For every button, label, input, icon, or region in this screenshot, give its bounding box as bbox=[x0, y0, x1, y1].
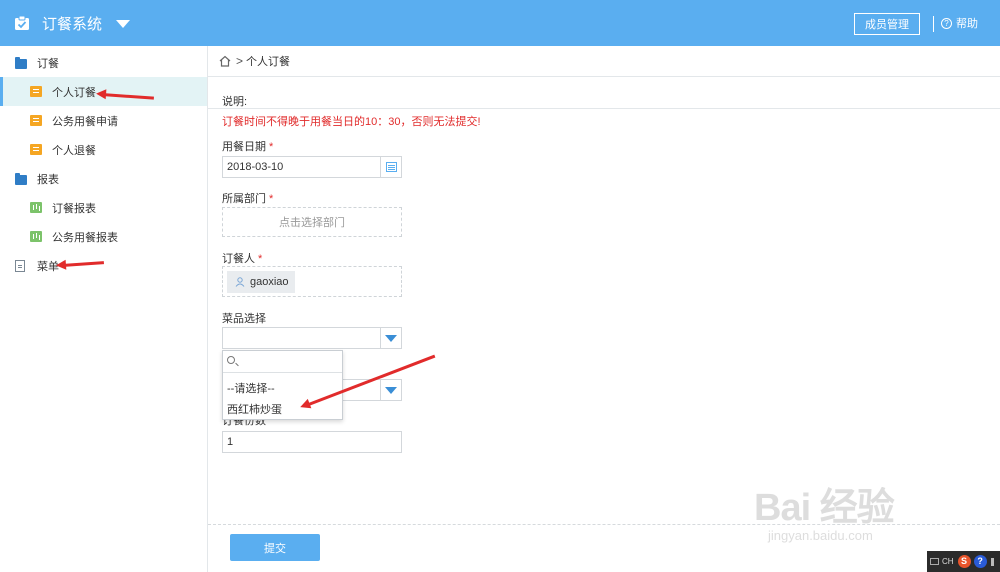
watermark-brand: Bai 经验 bbox=[754, 487, 895, 529]
warning-text: 订餐时间不得晚于用餐当日的10：30，否则无法提交! bbox=[222, 116, 481, 128]
sidebar-item-official-meal-request[interactable]: 公务用餐申请 bbox=[0, 106, 207, 135]
dish-label: 菜品选择 bbox=[222, 313, 266, 325]
sidebar-item-label: 订餐报表 bbox=[52, 202, 96, 215]
note-title: 说明: bbox=[222, 96, 248, 108]
dish-select[interactable] bbox=[222, 327, 402, 349]
app-title: 订餐系统 bbox=[42, 15, 103, 33]
help-circle-icon: ? bbox=[941, 17, 952, 29]
sidebar-item-label: 公务用餐报表 bbox=[52, 231, 118, 244]
department-picker[interactable]: 点击选择部门 bbox=[222, 207, 402, 237]
date-field[interactable]: 2018-03-10 bbox=[222, 156, 402, 178]
sogou-icon[interactable]: S bbox=[957, 555, 971, 568]
clipboard-icon bbox=[15, 15, 29, 30]
submit-button[interactable]: 提交 bbox=[230, 534, 320, 561]
sidebar-item-personal-refund[interactable]: 个人退餐 bbox=[0, 135, 207, 164]
chevron-down-icon[interactable] bbox=[116, 20, 131, 28]
date-label: 用餐日期 * bbox=[222, 141, 274, 153]
required-mark: * bbox=[269, 193, 274, 205]
sidebar-group-reports[interactable]: 报表 bbox=[0, 164, 207, 193]
orderer-picker[interactable]: gaoxiao bbox=[222, 266, 402, 297]
sidebar-group-ordering[interactable]: 订餐 bbox=[0, 48, 207, 77]
bar-chart-icon bbox=[30, 202, 42, 213]
dropdown-toggle[interactable] bbox=[380, 380, 401, 400]
calendar-button[interactable] bbox=[380, 157, 401, 177]
required-mark: * bbox=[269, 141, 274, 153]
watermark-url: jingyan.baidu.com bbox=[768, 528, 873, 543]
sidebar-item-label: 个人订餐 bbox=[52, 86, 96, 99]
sidebar-item-label: 个人退餐 bbox=[52, 144, 96, 157]
ime-label[interactable]: CH bbox=[942, 557, 954, 566]
user-name: gaoxiao bbox=[250, 276, 289, 288]
sidebar-group-label: 报表 bbox=[37, 173, 59, 186]
caret-down-icon bbox=[385, 334, 397, 342]
search-icon bbox=[227, 356, 235, 364]
breadcrumb-current: 个人订餐 bbox=[246, 56, 290, 68]
caret-down-icon bbox=[385, 386, 397, 394]
form-icon bbox=[30, 115, 42, 126]
sidebar-item-official-meal-report[interactable]: 公务用餐报表 bbox=[0, 222, 207, 251]
dropdown-toggle[interactable] bbox=[380, 328, 401, 348]
quantity-value: 1 bbox=[227, 436, 234, 448]
home-icon[interactable] bbox=[219, 55, 231, 67]
tray-handle-icon[interactable] bbox=[990, 557, 994, 566]
folder-open-icon bbox=[15, 57, 27, 69]
breadcrumb-separator: > bbox=[236, 54, 244, 68]
dropdown-option[interactable]: 西红柿炒蛋 bbox=[227, 401, 282, 417]
help-label: 帮助 bbox=[956, 18, 978, 30]
folder-open-icon bbox=[15, 173, 27, 185]
department-label: 所属部门 * bbox=[222, 193, 274, 205]
sidebar-item-menu[interactable]: 菜单 bbox=[0, 251, 207, 280]
form-icon bbox=[30, 86, 42, 97]
baidu-watermark: Bai 经验 jingyan.baidu.com bbox=[746, 462, 946, 552]
header-divider bbox=[933, 16, 934, 32]
document-icon bbox=[15, 260, 25, 272]
app-brand[interactable]: 订餐系统 bbox=[14, 0, 131, 46]
sidebar: 订餐 个人订餐 公务用餐申请 个人退餐 报表 订餐报表 公务用餐报表 菜单 bbox=[0, 46, 208, 572]
top-bar: 订餐系统 成员管理 ? 帮助 bbox=[0, 0, 1000, 46]
sidebar-item-label: 公务用餐申请 bbox=[52, 115, 118, 128]
question-icon[interactable]: ? bbox=[973, 555, 987, 568]
form-icon bbox=[30, 144, 42, 155]
calendar-icon bbox=[385, 162, 397, 172]
system-tray: CH S ? bbox=[927, 551, 1000, 572]
sidebar-group-label: 订餐 bbox=[37, 57, 59, 70]
member-management-button[interactable]: 成员管理 bbox=[854, 13, 920, 35]
breadcrumb: > 个人订餐 bbox=[208, 46, 1000, 77]
date-value: 2018-03-10 bbox=[227, 161, 284, 173]
user-chip[interactable]: gaoxiao bbox=[227, 271, 295, 293]
help-link[interactable]: ? 帮助 bbox=[941, 0, 978, 46]
user-icon bbox=[235, 277, 245, 287]
quantity-input[interactable]: 1 bbox=[222, 431, 402, 453]
bar-chart-icon bbox=[30, 231, 42, 242]
required-mark: * bbox=[258, 253, 263, 265]
orderer-label: 订餐人 * bbox=[222, 253, 263, 265]
dropdown-search-input[interactable] bbox=[223, 351, 342, 373]
dropdown-option[interactable]: --请选择-- bbox=[227, 380, 275, 396]
sidebar-item-order-report[interactable]: 订餐报表 bbox=[0, 193, 207, 222]
keyboard-icon[interactable] bbox=[930, 558, 939, 565]
dish-dropdown-menu: --请选择-- 西红柿炒蛋 bbox=[222, 350, 343, 420]
divider bbox=[208, 108, 1000, 109]
